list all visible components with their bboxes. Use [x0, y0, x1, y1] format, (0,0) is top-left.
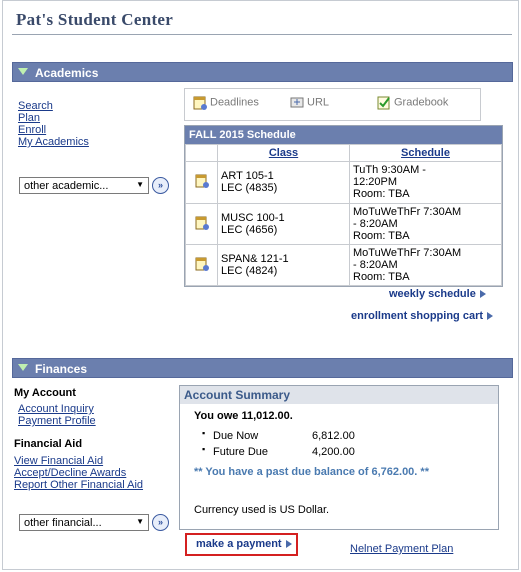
make-payment-label: make a payment	[196, 538, 282, 550]
bullet-icon: ▪	[202, 428, 206, 438]
nelnet-payment-plan-link[interactable]: Nelnet Payment Plan	[350, 543, 453, 555]
class-name: SPAN& 121-1	[221, 253, 289, 265]
schedule-time-end: - 8:20AM	[353, 259, 398, 271]
gradebook-icon	[377, 96, 390, 110]
class-cell: ART 105-1 LEC (4835)	[217, 161, 350, 204]
currency-note: Currency used is US Dollar.	[194, 504, 330, 516]
class-section: LEC (4656)	[221, 224, 278, 236]
schedule-room: Room: TBA	[353, 271, 410, 283]
financial-go-button[interactable]: »	[152, 514, 169, 531]
other-academic-select[interactable]: other academic... ▼	[19, 177, 149, 194]
schedule-time-end: - 8:20AM	[353, 218, 398, 230]
url-label: URL	[307, 96, 330, 109]
academics-section-bar[interactable]: Academics	[12, 62, 513, 82]
other-financial-select[interactable]: other financial... ▼	[19, 514, 149, 531]
schedule-cell: MoTuWeThFr 7:30AM - 8:20AM Room: TBA	[349, 203, 502, 245]
you-owe-text: You owe 11,012.00.	[194, 410, 293, 422]
schedule-header-link[interactable]: Schedule	[401, 147, 450, 159]
arrow-right-icon	[479, 290, 486, 299]
table-row: MUSC 100-1 LEC (4656) MoTuWeThFr 7:30AM - …	[185, 203, 502, 245]
financial-aid-links: View Financial Aid Accept/Decline Awards…	[14, 455, 143, 491]
page-title: Pat's Student Center	[16, 10, 174, 29]
class-column-header[interactable]: Class	[217, 144, 350, 162]
schedule-time: MoTuWeThFr 7:30AM	[353, 247, 462, 259]
class-name: ART 105-1	[221, 170, 274, 182]
shopping-cart-label: enrollment shopping cart	[351, 310, 484, 322]
schedule-room: Room: TBA	[353, 230, 410, 242]
calendar-icon	[193, 96, 207, 110]
class-name: MUSC 100-1	[221, 212, 285, 224]
class-section: LEC (4824)	[221, 265, 278, 277]
academic-go-button[interactable]: »	[152, 177, 169, 194]
academics-title: Academics	[35, 66, 99, 80]
gradebook-label: Gradebook	[394, 96, 449, 109]
class-section: LEC (4835)	[221, 182, 278, 194]
search-link[interactable]: Search	[18, 100, 89, 112]
payment-profile-link[interactable]: Payment Profile	[18, 415, 96, 427]
schedule-column-header[interactable]: Schedule	[349, 144, 502, 162]
class-cell: MUSC 100-1 LEC (4656)	[217, 203, 350, 245]
future-due-label: Future Due	[213, 446, 269, 458]
class-detail-icon[interactable]	[185, 244, 218, 286]
finances-section-bar[interactable]: Finances	[12, 358, 513, 378]
academics-toolbar: Deadlines URL Gradebook	[184, 88, 481, 121]
finances-title: Finances	[35, 362, 88, 376]
report-other-financial-aid-link[interactable]: Report Other Financial Aid	[14, 479, 143, 491]
schedule-title: FALL 2015 Schedule	[185, 126, 502, 144]
bullet-icon: ▪	[202, 444, 206, 454]
class-detail-icon[interactable]	[185, 161, 218, 204]
deadlines-tool[interactable]: Deadlines	[193, 95, 259, 110]
gradebook-tool[interactable]: Gradebook	[377, 95, 448, 110]
weekly-schedule-link[interactable]: weekly schedule	[389, 288, 486, 300]
chevron-down-icon: ▼	[136, 517, 144, 526]
chevron-down-icon: ▼	[136, 180, 144, 189]
due-now-value: 6,812.00	[312, 430, 355, 442]
schedule-cell: MoTuWeThFr 7:30AM - 8:20AM Room: TBA	[349, 244, 502, 286]
arrow-right-icon	[487, 312, 494, 321]
table-row: ART 105-1 LEC (4835) TuTh 9:30AM -12:20PM…	[185, 161, 502, 204]
past-due-notice: ** You have a past due balance of 6,762.…	[194, 466, 429, 478]
schedule-table: FALL 2015 Schedule Class Schedule ART 10…	[184, 125, 503, 287]
collapse-triangle-icon[interactable]	[18, 68, 28, 75]
deadlines-label: Deadlines	[210, 96, 259, 109]
due-now-label: Due Now	[213, 430, 259, 442]
url-icon	[290, 97, 304, 108]
future-due-value: 4,200.00	[312, 446, 355, 458]
schedule-room: Room: TBA	[353, 188, 410, 200]
arrow-right-icon	[285, 540, 292, 549]
enroll-link[interactable]: Enroll	[18, 124, 89, 136]
account-summary-title: Account Summary	[180, 386, 498, 404]
url-tool[interactable]: URL	[290, 95, 329, 110]
title-divider	[12, 34, 512, 35]
schedule-time: MoTuWeThFr 7:30AM	[353, 206, 462, 218]
class-detail-icon[interactable]	[185, 203, 218, 245]
schedule-time: TuTh 9:30AM -	[353, 164, 426, 176]
account-inquiry-link[interactable]: Account Inquiry	[18, 403, 96, 415]
class-cell: SPAN& 121-1 LEC (4824)	[217, 244, 350, 286]
my-account-links: Account Inquiry Payment Profile	[18, 403, 96, 427]
shopping-cart-link[interactable]: enrollment shopping cart	[351, 310, 494, 322]
class-header-link[interactable]: Class	[269, 147, 298, 159]
accept-decline-awards-link[interactable]: Accept/Decline Awards	[14, 467, 143, 479]
schedule-cell: TuTh 9:30AM -12:20PM Room: TBA	[349, 161, 502, 204]
financial-aid-heading: Financial Aid	[14, 438, 83, 450]
account-summary-box: Account Summary You owe 11,012.00. ▪ Due…	[179, 385, 499, 530]
make-payment-link[interactable]: make a payment	[196, 538, 292, 550]
plan-link[interactable]: Plan	[18, 112, 89, 124]
collapse-triangle-icon[interactable]	[18, 364, 28, 371]
my-account-heading: My Account	[14, 387, 76, 399]
view-financial-aid-link[interactable]: View Financial Aid	[14, 455, 143, 467]
schedule-time-end: 12:20PM	[353, 176, 398, 188]
other-academic-value: other academic...	[24, 180, 109, 192]
icon-column-header	[185, 144, 218, 162]
academics-links: Search Plan Enroll My Academics	[18, 100, 89, 148]
my-academics-link[interactable]: My Academics	[18, 136, 89, 148]
table-row: SPAN& 121-1 LEC (4824) MoTuWeThFr 7:30AM -…	[185, 244, 502, 286]
weekly-schedule-label: weekly schedule	[389, 288, 476, 300]
other-financial-value: other financial...	[24, 517, 102, 529]
